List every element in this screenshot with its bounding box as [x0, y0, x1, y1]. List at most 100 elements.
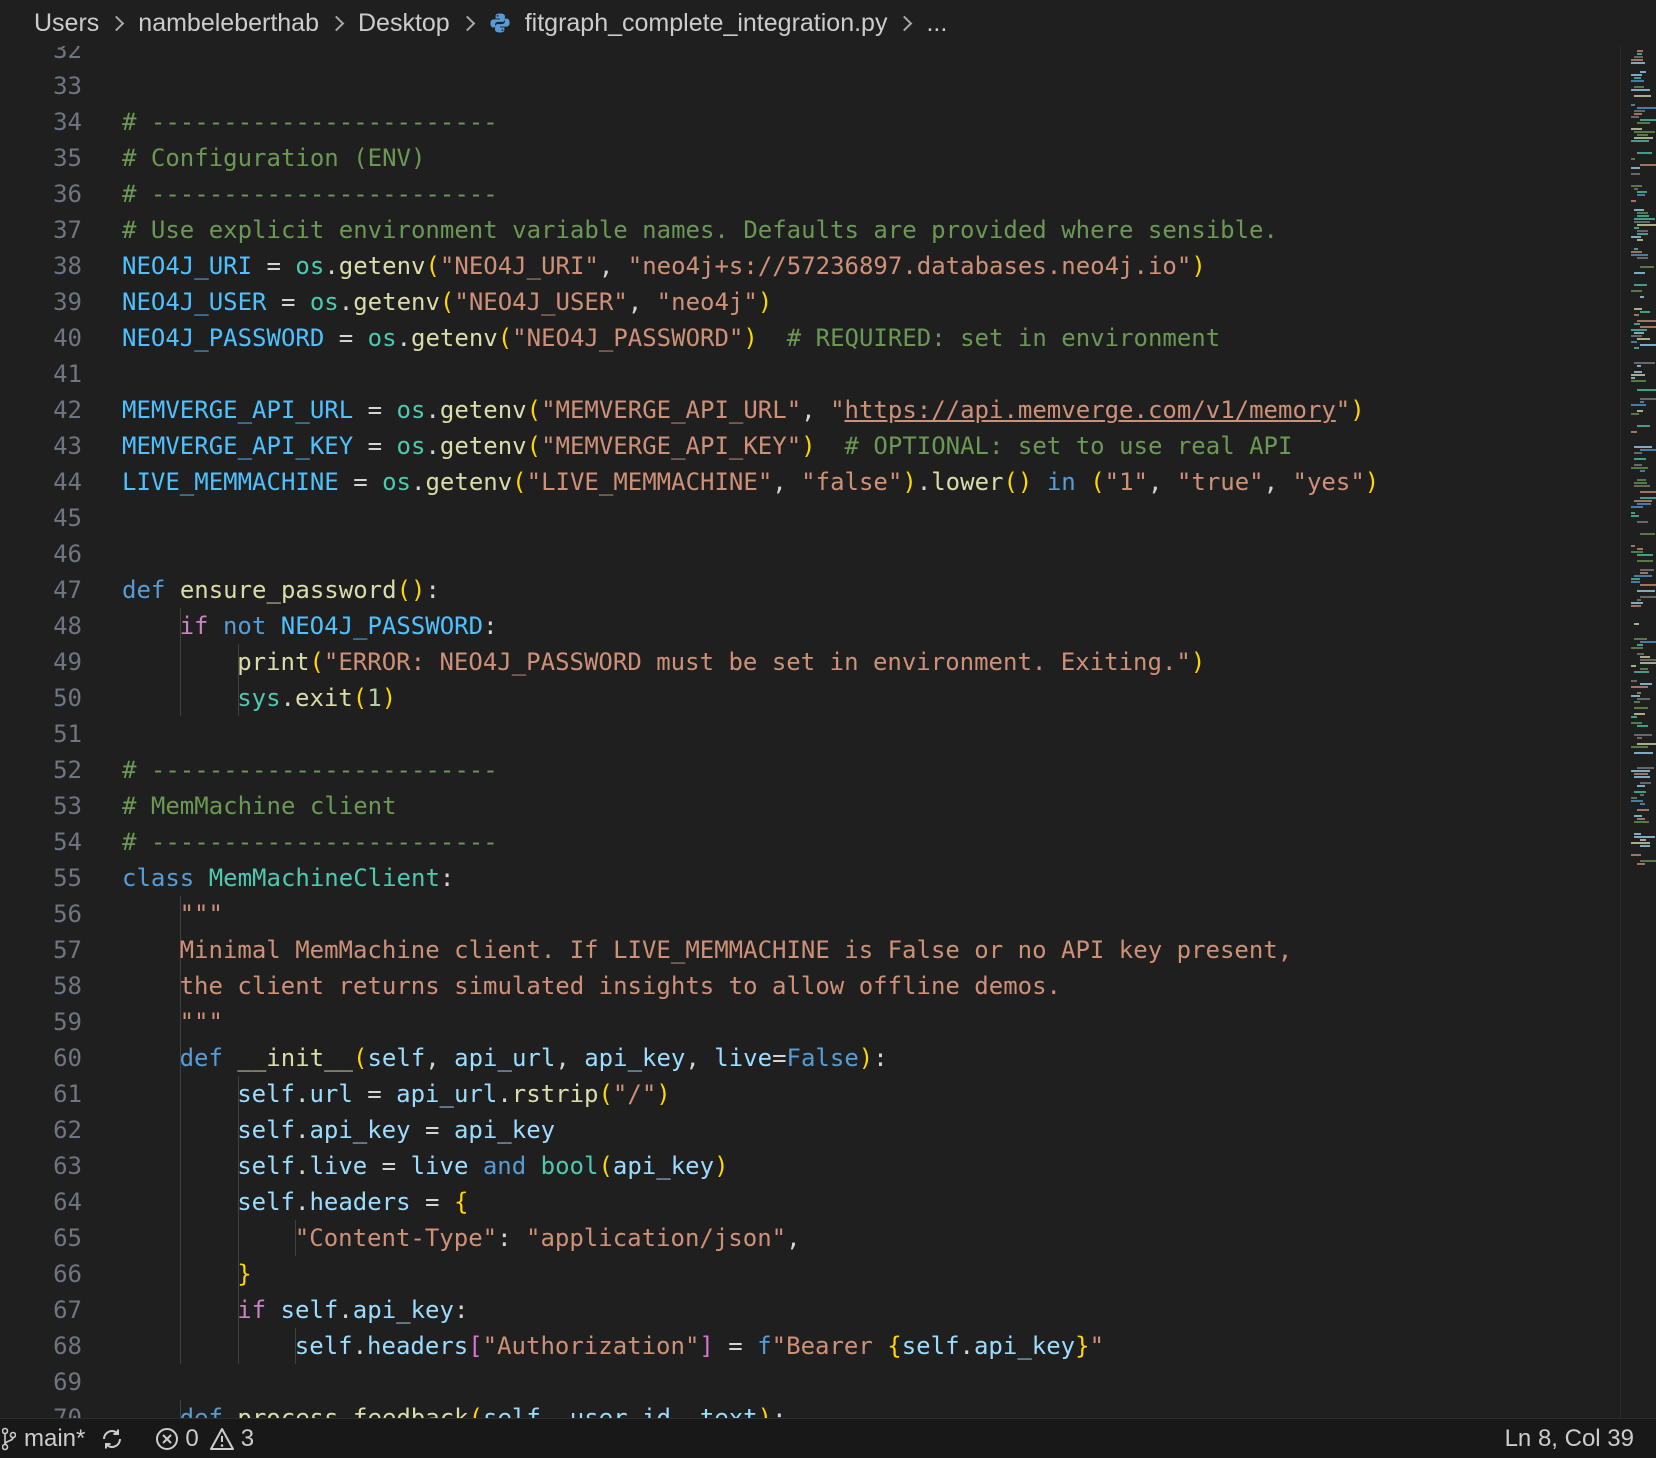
code-token: . — [338, 1296, 353, 1324]
code-line[interactable]: 69 — [0, 1364, 1620, 1400]
code-line[interactable]: 51 — [0, 716, 1620, 752]
problems-indicator[interactable]: 0 3 — [155, 1425, 254, 1453]
code-token: = — [352, 1080, 397, 1108]
code-line[interactable]: 38 NEO4J_URI = os.getenv("NEO4J_URI", "ne… — [0, 248, 1620, 284]
minimap[interactable] — [1620, 46, 1656, 1418]
minimap-line — [1634, 623, 1639, 625]
minimap-line — [1631, 254, 1648, 256]
code-line[interactable]: 40 NEO4J_PASSWORD = os.getenv("NEO4J_PASS… — [0, 320, 1620, 356]
code-token: = — [772, 1044, 787, 1072]
code-line[interactable]: 39 NEO4J_USER = os.getenv("NEO4J_USER", "… — [0, 284, 1620, 320]
branch-indicator[interactable]: main* — [2, 1425, 85, 1453]
code-line[interactable]: 57 Minimal MemMachine client. If LIVE_MEM… — [0, 932, 1620, 968]
code-line[interactable]: 59 """ — [0, 1004, 1620, 1040]
minimap-line — [1640, 449, 1656, 451]
breadcrumb-item-desktop[interactable]: Desktop — [358, 9, 450, 38]
indent-guide — [180, 1112, 181, 1148]
minimap-line — [1631, 173, 1640, 175]
minimap-line — [1640, 794, 1644, 796]
code-line[interactable]: 55 class MemMachineClient: — [0, 860, 1620, 896]
warning-count: 3 — [240, 1424, 255, 1452]
minimap-line — [1631, 74, 1642, 76]
sync-button[interactable] — [99, 1426, 125, 1452]
code-line[interactable]: 66} — [0, 1256, 1620, 1292]
code-line[interactable]: 44 LIVE_MEMMACHINE = os.getenv("LIVE_MEMM… — [0, 464, 1620, 500]
code-line[interactable]: 68 self.headers["Authorization"] = f"Bear… — [0, 1328, 1620, 1364]
breadcrumb-item-users[interactable]: Users — [34, 9, 99, 38]
code-editor[interactable]: 32 33 34 # ------------------------ 35 # Conf… — [0, 46, 1620, 1418]
breadcrumb: Users nambeleberthab Desktop fitgraph_co… — [0, 0, 1656, 46]
code-token: , — [685, 1044, 715, 1072]
minimap-line — [1634, 773, 1648, 775]
warning-icon — [209, 1427, 235, 1451]
code-line[interactable]: 34 # ------------------------ — [0, 104, 1620, 140]
code-line[interactable]: 64 self.headers = { — [0, 1184, 1620, 1220]
code-line[interactable]: 49 print("ERROR: NEO4J_PASSWORD must be s… — [0, 644, 1620, 680]
code-line[interactable]: 67 if self.api_key: — [0, 1292, 1620, 1328]
line-number: 55 — [53, 864, 82, 892]
code-line[interactable]: 46 — [0, 536, 1620, 572]
code-token: # MemMachine client — [122, 792, 397, 820]
code-token: not — [222, 612, 267, 640]
minimap-line — [1631, 251, 1642, 253]
line-number: 70 — [53, 1404, 82, 1418]
code-token[interactable]: https://api.memverge.com/v1/memory — [845, 396, 1336, 424]
code-token: : — [425, 576, 440, 604]
code-line[interactable]: 65 "Content-Type": "application/json", — [0, 1220, 1620, 1256]
code-line[interactable]: 70 def process_feedback(self, user_id, te… — [0, 1400, 1620, 1418]
minimap-line — [1640, 860, 1656, 862]
code-token: sys — [237, 684, 281, 712]
code-token: ensure_password — [179, 576, 397, 604]
code-line[interactable]: 54 # ------------------------ — [0, 824, 1620, 860]
git-branch-icon — [2, 1427, 16, 1451]
minimap-line — [1631, 158, 1635, 160]
code-line[interactable]: 50 sys.exit(1) — [0, 680, 1620, 716]
code-token: . — [497, 1080, 512, 1108]
minimap-line — [1637, 599, 1641, 601]
minimap-line — [1637, 122, 1650, 124]
minimap-line — [1640, 845, 1650, 847]
code-token: and — [482, 1152, 527, 1180]
code-token: : — [772, 1404, 787, 1418]
code-line[interactable]: 45 — [0, 500, 1620, 536]
code-line[interactable]: 36 # ------------------------ — [0, 176, 1620, 212]
minimap-line — [1640, 782, 1651, 784]
minimap-line — [1634, 791, 1646, 793]
code-line[interactable]: 52 # ------------------------ — [0, 752, 1620, 788]
code-line[interactable]: 56 """ — [0, 896, 1620, 932]
code-line[interactable]: 63 self.live = live and bool(api_key) — [0, 1148, 1620, 1184]
code-token: . — [294, 1188, 310, 1216]
breadcrumb-item-file[interactable]: fitgraph_complete_integration.py — [525, 9, 888, 38]
code-line[interactable]: 47 def ensure_password(): — [0, 572, 1620, 608]
code-line[interactable]: 37 # Use explicit environment variable na… — [0, 212, 1620, 248]
cursor-position[interactable]: Ln 8, Col 39 — [1505, 1425, 1634, 1453]
code-line[interactable]: 43 MEMVERGE_API_KEY = os.getenv("MEMVERGE… — [0, 428, 1620, 464]
code-text: self.headers = { — [237, 1184, 468, 1220]
code-line[interactable]: 60 def __init__(self, api_url, api_key, l… — [0, 1040, 1620, 1076]
code-line[interactable]: 32 — [0, 46, 1620, 68]
code-line[interactable]: 35 # Configuration (ENV) — [0, 140, 1620, 176]
code-line[interactable]: 42 MEMVERGE_API_URL = os.getenv("MEMVERGE… — [0, 392, 1620, 428]
breadcrumb-item-user[interactable]: nambeleberthab — [138, 9, 319, 38]
minimap-line — [1634, 188, 1638, 190]
breadcrumb-item-more[interactable]: ... — [926, 9, 947, 38]
code-token: self — [280, 1296, 339, 1324]
minimap-line — [1637, 212, 1648, 214]
code-line[interactable]: 58 the client returns simulated insights … — [0, 968, 1620, 1004]
code-line[interactable]: 62 self.api_key = api_key — [0, 1112, 1620, 1148]
code-line[interactable]: 53 # MemMachine client — [0, 788, 1620, 824]
minimap-line — [1631, 404, 1646, 406]
code-token: . — [352, 1332, 368, 1360]
code-line[interactable]: 41 — [0, 356, 1620, 392]
code-token: . — [338, 288, 354, 316]
minimap-line — [1634, 482, 1647, 484]
code-line[interactable]: 48 if not NEO4J_PASSWORD: — [0, 608, 1620, 644]
minimap-line — [1631, 341, 1637, 343]
code-line[interactable]: 33 — [0, 68, 1620, 104]
code-line[interactable]: 61 self.url = api_url.rstrip("/") — [0, 1076, 1620, 1112]
indent-guide — [180, 1328, 181, 1364]
code-token: { — [887, 1332, 902, 1360]
indent-guide — [180, 680, 181, 716]
